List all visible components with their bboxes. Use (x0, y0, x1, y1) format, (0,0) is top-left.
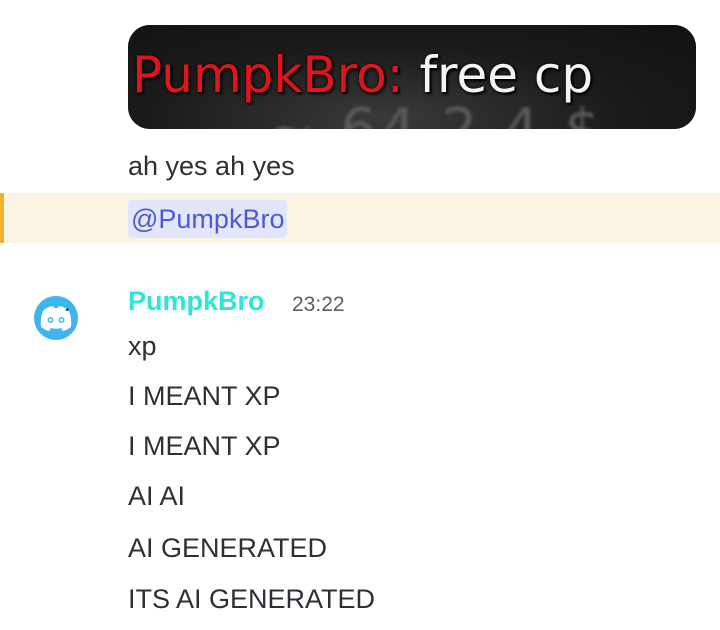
message-text: ITS AI GENERATED (128, 584, 376, 614)
chat-area: ~ 64 2 4 $ PumpkBro: free cp ah yes ah y… (0, 0, 720, 630)
mention-highlight-bar (0, 193, 4, 243)
discord-logo-icon[interactable] (34, 296, 78, 340)
message-text: I MEANT XP (128, 381, 281, 411)
attached-image[interactable]: ~ 64 2 4 $ PumpkBro: free cp (128, 25, 696, 129)
message-author[interactable]: PumpkBro (128, 286, 265, 317)
message-text: AI GENERATED (128, 533, 328, 563)
image-chat-overlay: PumpkBro: free cp (132, 45, 593, 105)
image-overlay-message: free cp (403, 46, 594, 104)
user-mention[interactable]: @PumpkBro (128, 200, 288, 238)
message-text: xp (128, 331, 157, 361)
message-text: AI AI (128, 481, 186, 511)
message-text: ah yes ah yes (128, 151, 295, 181)
message-timestamp: 23:22 (292, 293, 345, 316)
message-text: I MEANT XP (128, 431, 281, 461)
mention-message-row[interactable]: @PumpkBro (0, 193, 720, 243)
image-overlay-name: PumpkBro: (132, 46, 404, 104)
